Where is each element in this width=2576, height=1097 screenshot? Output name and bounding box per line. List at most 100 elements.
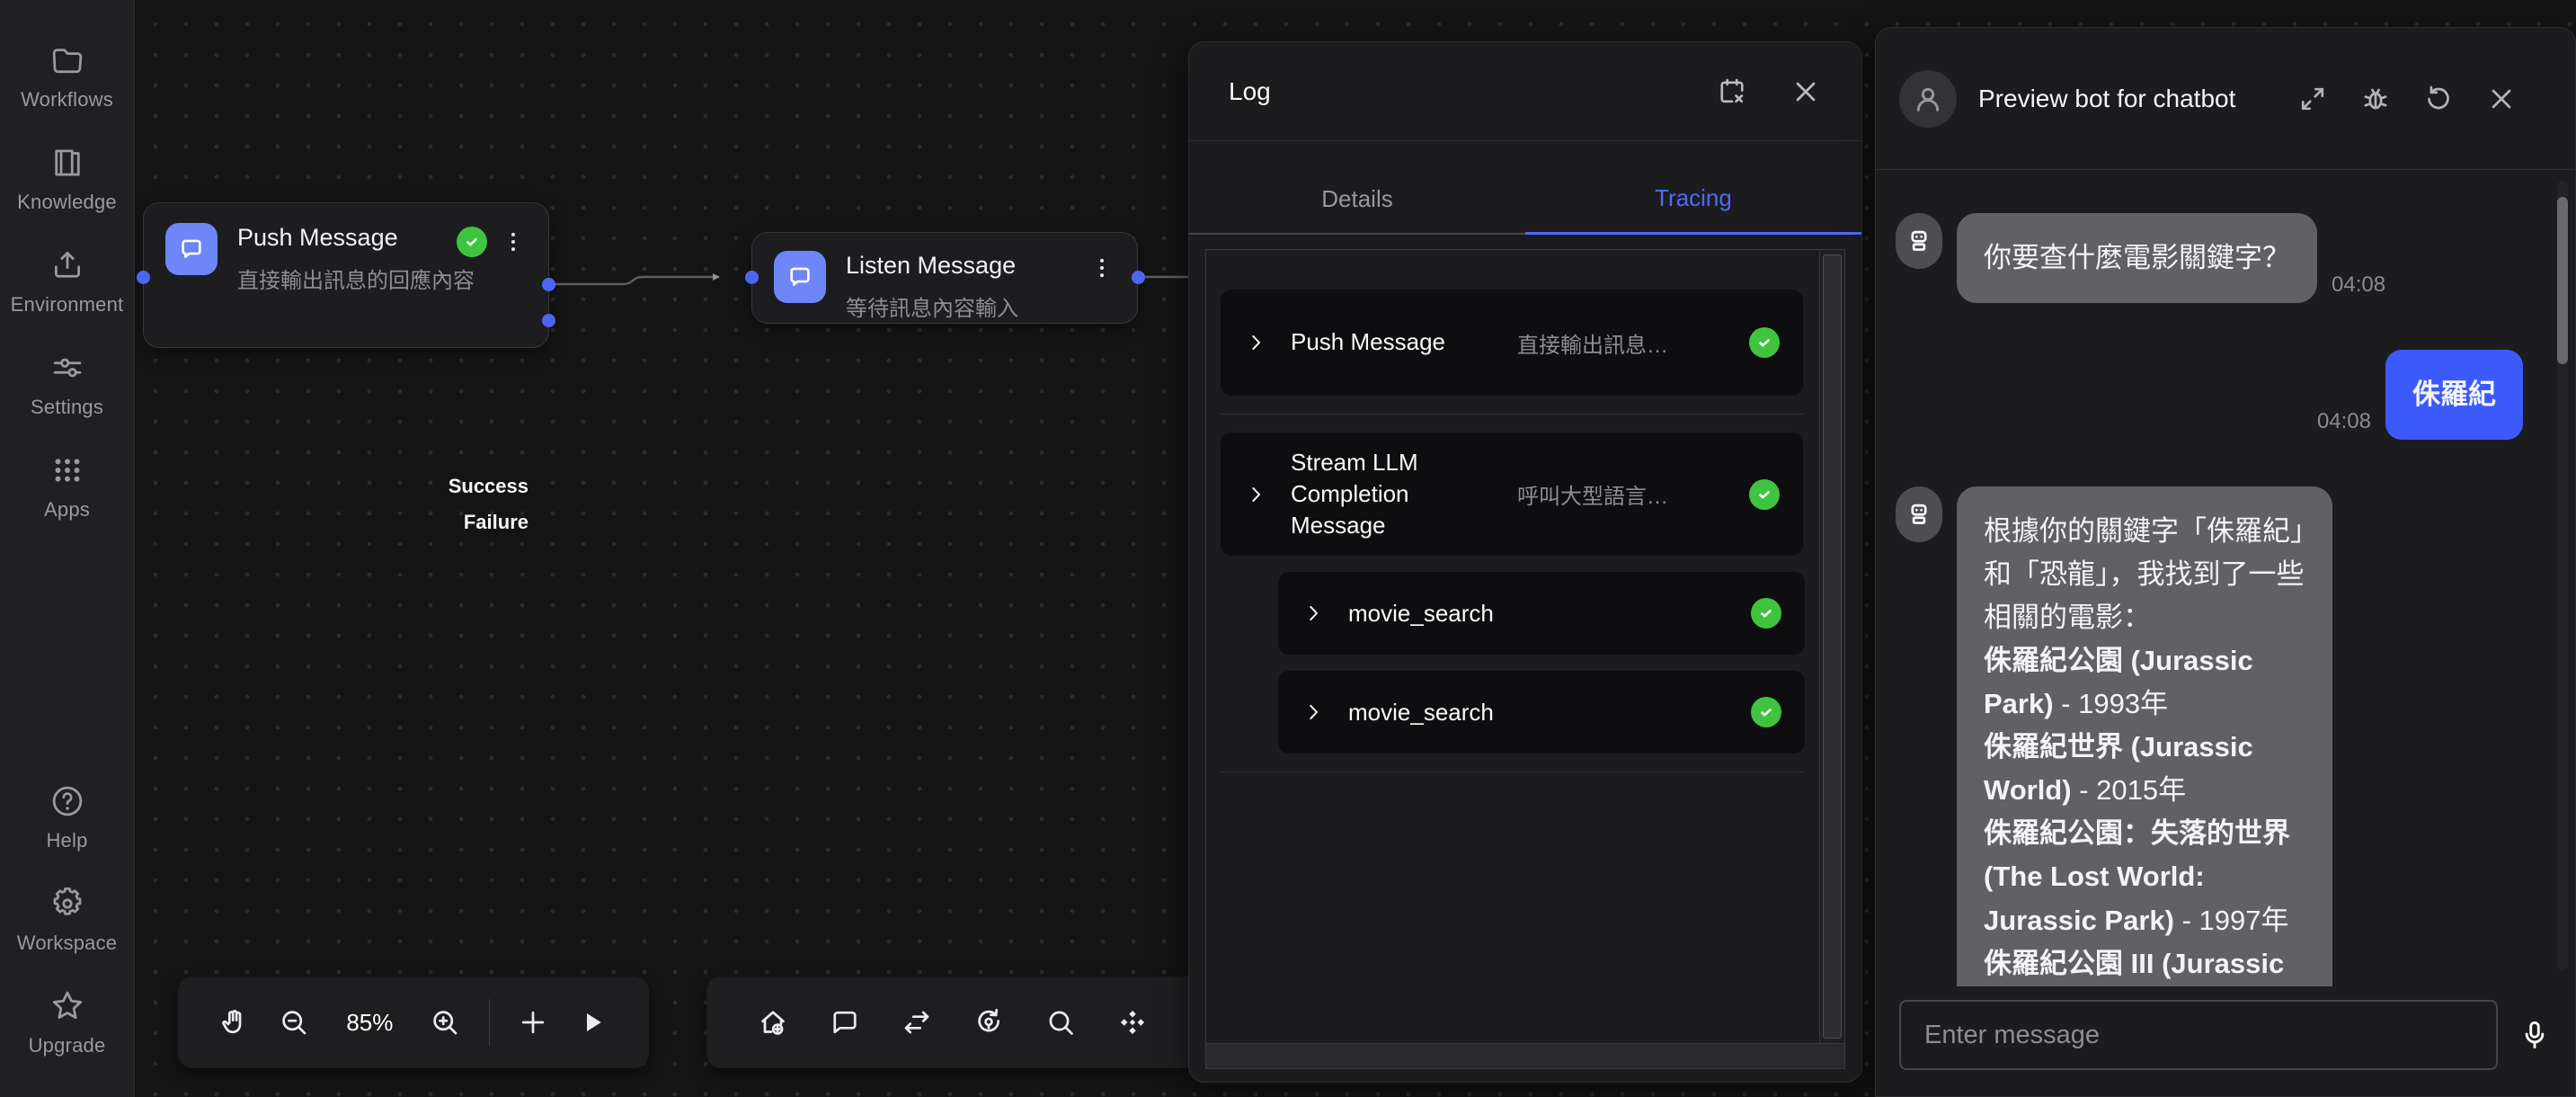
chat-header-actions bbox=[2296, 83, 2518, 115]
swap-arrows-icon[interactable] bbox=[901, 1006, 933, 1039]
node-menu-kebab-icon[interactable] bbox=[500, 228, 527, 255]
zoom-in-icon[interactable] bbox=[429, 1006, 461, 1039]
chat-close-icon[interactable] bbox=[2485, 83, 2518, 115]
sidebar-item-workspace[interactable]: Workspace bbox=[0, 869, 134, 971]
port-push-input[interactable] bbox=[137, 271, 150, 284]
tracing-vertical-scrollbar[interactable] bbox=[1819, 250, 1844, 1043]
idea-refresh-icon bbox=[973, 1006, 1005, 1039]
fit-view-icon bbox=[1116, 1006, 1149, 1039]
tracing-horizontal-scrollbar[interactable] bbox=[1206, 1043, 1844, 1068]
sidebar-item-workflows[interactable]: Workflows bbox=[0, 25, 134, 128]
sidebar-item-label: Settings bbox=[31, 396, 103, 419]
success-badge-icon bbox=[457, 227, 487, 257]
chat-node-icon bbox=[177, 235, 206, 263]
chat-preview-panel: Preview bot for chatbot 你要查什麼電影關鍵字？04:08… bbox=[1875, 27, 2576, 1097]
kebab-icon bbox=[500, 228, 527, 255]
zoom-out-icon bbox=[278, 1006, 310, 1039]
chat-title: Preview bot for chatbot bbox=[1978, 79, 2275, 118]
chevron-right-icon[interactable] bbox=[1301, 602, 1325, 625]
node-listen-message-header: Listen Message 等待訊息內容輸入 bbox=[752, 233, 1137, 322]
message-timestamp: 04:08 bbox=[2317, 409, 2371, 440]
book-icon bbox=[49, 144, 86, 182]
sidebar-item-knowledge[interactable]: Knowledge bbox=[0, 128, 134, 230]
trace-row-push-message[interactable]: Push Message直接輸出訊息… bbox=[1221, 290, 1803, 396]
sidebar-item-settings[interactable]: Settings bbox=[0, 333, 134, 435]
chat-message-list: 你要查什麼電影關鍵字？04:0804:08侏羅紀根據你的關鍵字「侏羅紀」和「恐龍… bbox=[1876, 170, 2575, 986]
run-play-icon[interactable] bbox=[576, 1006, 608, 1039]
node-subtitle: 等待訊息內容輸入 bbox=[846, 290, 1069, 322]
star-icon bbox=[49, 987, 86, 1025]
message-input[interactable] bbox=[1899, 1000, 2498, 1070]
trace-divider bbox=[1221, 771, 1803, 772]
message-bubble: 侏羅紀 bbox=[2385, 350, 2523, 440]
robot-icon bbox=[1905, 500, 1933, 529]
run-play-icon bbox=[576, 1006, 608, 1039]
success-badge-icon bbox=[1751, 598, 1781, 629]
chat-scrollbar[interactable] bbox=[2557, 181, 2568, 970]
chevron-right-icon bbox=[1301, 602, 1325, 625]
node-title: Listen Message bbox=[846, 251, 1069, 281]
expand-icon bbox=[2296, 83, 2329, 115]
port-push-success[interactable] bbox=[542, 278, 555, 291]
node-menu-kebab-icon[interactable] bbox=[1088, 254, 1115, 281]
log-panel: Log Details Tracing Push Message直接輸出訊息… … bbox=[1188, 41, 1862, 1083]
node-push-message[interactable]: Push Message 直接輸出訊息的回應內容 Success Failure bbox=[143, 202, 549, 348]
tab-tracing-label: Tracing bbox=[1655, 184, 1732, 212]
sliders-icon bbox=[49, 349, 86, 387]
tab-details[interactable]: Details bbox=[1189, 141, 1525, 235]
scrollbar-thumb[interactable] bbox=[2557, 197, 2568, 364]
chevron-right-icon[interactable] bbox=[1301, 700, 1325, 724]
trace-divider bbox=[1221, 414, 1803, 415]
comment-bubble-icon[interactable] bbox=[829, 1006, 861, 1039]
sidebar-item-label: Knowledge bbox=[17, 191, 117, 214]
bot-avatar bbox=[1899, 70, 1957, 128]
add-node-icon[interactable] bbox=[517, 1006, 549, 1039]
chevron-right-icon[interactable] bbox=[1244, 331, 1267, 354]
log-close-icon[interactable] bbox=[1790, 76, 1822, 108]
sidebar-item-label: Apps bbox=[44, 498, 90, 522]
bug-icon bbox=[2359, 83, 2392, 115]
sidebar-item-environment[interactable]: Environment bbox=[0, 230, 134, 333]
refresh-icon[interactable] bbox=[2422, 83, 2455, 115]
scrollbar-thumb[interactable] bbox=[1823, 254, 1842, 1039]
sidebar-item-upgrade[interactable]: Upgrade bbox=[0, 971, 134, 1074]
trace-row-movie-search[interactable]: movie_search bbox=[1278, 572, 1805, 655]
port-push-failure[interactable] bbox=[542, 314, 555, 327]
calendar-clear-icon[interactable] bbox=[1716, 76, 1748, 108]
microphone-icon[interactable] bbox=[2518, 1018, 2552, 1052]
tab-tracing[interactable]: Tracing bbox=[1525, 141, 1861, 235]
sidebar-top-group: Workflows Knowledge Environment Settings App… bbox=[0, 25, 134, 538]
port-listen-output[interactable] bbox=[1132, 271, 1145, 284]
zoom-level[interactable]: 85% bbox=[337, 1009, 402, 1037]
port-listen-input[interactable] bbox=[745, 271, 759, 284]
message-node-icon bbox=[165, 223, 218, 275]
bug-icon[interactable] bbox=[2359, 83, 2392, 115]
search-icon[interactable] bbox=[1044, 1006, 1077, 1039]
toolbar-divider bbox=[489, 999, 490, 1046]
search-icon bbox=[1044, 1006, 1077, 1039]
trace-row-movie-search[interactable]: movie_search bbox=[1278, 671, 1805, 754]
zoom-out-icon[interactable] bbox=[278, 1006, 310, 1039]
bot-message-avatar bbox=[1896, 213, 1942, 269]
pan-hand-icon[interactable] bbox=[218, 1006, 251, 1039]
home-add-icon bbox=[757, 1006, 789, 1039]
success-badge-icon bbox=[1749, 327, 1780, 358]
node-actions bbox=[1088, 254, 1115, 281]
trace-row-stream-llm-completion-message[interactable]: Stream LLM Completion Message呼叫大型語言… bbox=[1221, 433, 1803, 556]
fit-view-icon[interactable] bbox=[1116, 1006, 1149, 1039]
sidebar-item-apps[interactable]: Apps bbox=[0, 435, 134, 538]
chevron-right-icon bbox=[1244, 483, 1267, 506]
chevron-right-icon[interactable] bbox=[1244, 483, 1267, 506]
home-add-icon[interactable] bbox=[757, 1006, 789, 1039]
add-node-icon bbox=[517, 1006, 549, 1039]
sidebar-item-help[interactable]: Help bbox=[0, 766, 134, 869]
node-listen-message[interactable]: Listen Message 等待訊息內容輸入 bbox=[751, 232, 1138, 324]
trace-step-name: Stream LLM Completion Message bbox=[1291, 433, 1494, 556]
folder-icon bbox=[49, 41, 86, 79]
idea-refresh-icon[interactable] bbox=[973, 1006, 1005, 1039]
tracing-scroll-wrap: Push Message直接輸出訊息… Stream LLM Completio… bbox=[1206, 250, 1844, 1043]
expand-icon[interactable] bbox=[2296, 83, 2329, 115]
chevron-right-icon bbox=[1244, 331, 1267, 354]
tab-underline bbox=[1525, 232, 1861, 235]
person-icon bbox=[1910, 81, 1946, 117]
